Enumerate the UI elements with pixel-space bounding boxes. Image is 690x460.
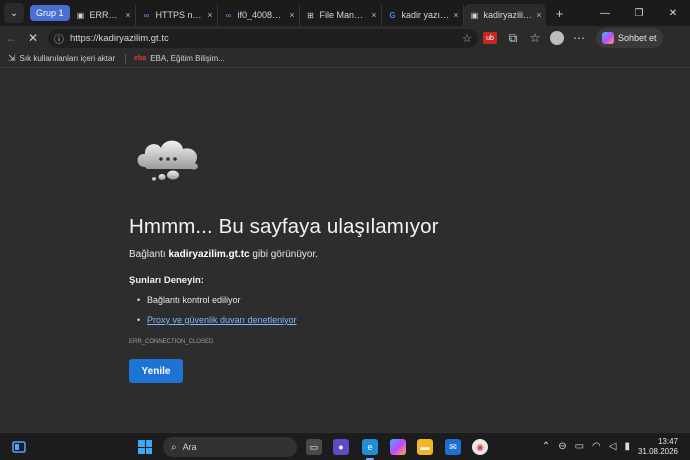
profile-avatar[interactable] xyxy=(550,31,564,45)
search-icon: ⌕ xyxy=(171,441,177,453)
edge-browser-icon[interactable]: e xyxy=(362,439,378,460)
clock-time: 13:47 xyxy=(657,437,678,446)
outlook-icon[interactable]: ✉ xyxy=(445,439,461,455)
copilot-label: Sohbet et xyxy=(618,33,657,43)
browser-window: ⌄ Grup 1 ▣ ERR_CONNECTI × ∞ HTTPS not wo… xyxy=(0,0,690,460)
close-window-button[interactable]: ✕ xyxy=(656,8,690,19)
system-tray: ⌃ ⊖ ▭ ◠ ◁ ▮ xyxy=(542,441,630,452)
stop-loading-button[interactable]: ✕ xyxy=(22,27,44,49)
infinity-icon: ∞ xyxy=(225,10,232,20)
chrome-icon[interactable]: ◉ xyxy=(472,439,488,455)
bookmark-divider xyxy=(125,53,127,64)
tab-if0-account[interactable]: ∞ if0_40088825 × xyxy=(218,4,300,26)
extension-icon[interactable]: ub xyxy=(483,32,497,44)
error-title: Hmmm... Bu sayfaya ulaşılamıyor xyxy=(129,215,439,238)
search-placeholder: Ara xyxy=(182,442,197,452)
google-icon: G xyxy=(389,10,396,20)
copilot-icon xyxy=(602,32,614,44)
close-icon[interactable]: × xyxy=(536,10,541,20)
close-icon[interactable]: × xyxy=(207,10,212,20)
error-code: ERR_CONNECTION_CLOSED xyxy=(129,339,214,345)
suggestions-list: Bağlantı kontrol ediliyor Proxy ve güven… xyxy=(137,294,297,334)
file-manager-icon: ⊞ xyxy=(307,10,314,20)
chevron-up-icon[interactable]: ⌃ xyxy=(542,441,550,452)
windows-logo-tile xyxy=(145,447,152,454)
error-host: kadiryazilim.gt.tc xyxy=(168,249,250,260)
restore-button[interactable]: ❐ xyxy=(622,8,656,19)
error-page: Hmmm... Bu sayfaya ulaşılamıyor Bağlantı… xyxy=(0,68,690,432)
sad-cloud-icon xyxy=(137,140,198,181)
windows-logo-tile xyxy=(145,440,152,447)
suggestion-check-connection: Bağlantı kontrol ediliyor xyxy=(137,294,297,314)
tab-err-connection[interactable]: ▣ ERR_CONNECTI × xyxy=(70,4,136,26)
page-icon: ▣ xyxy=(76,10,85,20)
close-icon[interactable]: × xyxy=(371,10,376,20)
file-explorer-icon[interactable]: ▬ xyxy=(417,439,433,455)
back-button[interactable]: ← xyxy=(0,27,22,49)
suggestions-heading: Şunları Deneyin: xyxy=(129,275,204,286)
page-icon: ▣ xyxy=(470,10,479,20)
taskbar-search[interactable]: ⌕ Ara xyxy=(163,437,297,457)
window-controls: — ❐ ✕ xyxy=(588,0,690,26)
error-description: Bağlantı kadiryazilim.gt.tc gibi görünüy… xyxy=(129,249,318,260)
new-tab-button[interactable]: + xyxy=(550,6,570,21)
tab-title: HTTPS not wo xyxy=(155,10,204,20)
eba-icon: eba xyxy=(134,55,147,62)
tab-file-manager[interactable]: ⊞ File Manager × xyxy=(300,4,382,26)
minimize-button[interactable]: — xyxy=(588,8,622,19)
copilot-app-icon[interactable] xyxy=(390,439,406,455)
bookmark-label: EBA, Eğitim Bilişim... xyxy=(150,54,225,63)
chat-app-icon[interactable]: ● xyxy=(333,439,349,455)
tab-title: File Manager xyxy=(319,10,368,20)
task-view-icon[interactable]: ▭ xyxy=(306,439,322,455)
description-suffix: gibi görünüyor. xyxy=(249,249,319,260)
extensions-puzzle-icon[interactable]: ⧉ xyxy=(502,27,524,49)
widgets-icon[interactable] xyxy=(12,440,26,454)
bookmark-label: Sık kullanılanları içeri aktar xyxy=(19,54,116,63)
bookmark-eba[interactable]: eba EBA, Eğitim Bilişim... xyxy=(134,54,225,63)
chevron-down-icon: ⌄ xyxy=(9,7,19,19)
favorite-star-icon[interactable]: ☆ xyxy=(462,32,472,45)
import-icon: ⇲ xyxy=(8,53,16,63)
infinity-icon: ∞ xyxy=(143,10,150,20)
start-button[interactable] xyxy=(138,440,152,454)
window-icon[interactable]: ▭ xyxy=(575,441,584,452)
clock-date: 31.08.2026 xyxy=(637,447,678,456)
more-menu-icon[interactable]: ⋯ xyxy=(568,27,590,49)
tab-actions-menu[interactable]: ⌄ xyxy=(4,3,24,23)
tab-kadiryazilim[interactable]: ▣ kadiryazilim.gt × xyxy=(463,4,546,26)
copilot-chat-button[interactable]: Sohbet et xyxy=(596,28,663,48)
wifi-icon[interactable]: ◠ xyxy=(592,441,601,452)
bookmark-import-favorites[interactable]: ⇲ Sık kullanılanları içeri aktar xyxy=(8,53,115,64)
volume-icon[interactable]: ◁ xyxy=(609,441,617,452)
favorites-icon[interactable]: ☆ xyxy=(524,27,546,49)
tab-https-not-working[interactable]: ∞ HTTPS not wo × xyxy=(136,4,218,26)
suggestion-check-proxy-firewall-link[interactable]: Proxy ve güvenlik duvarı denetleniyor xyxy=(137,314,297,334)
tab-title: kadiryazilim.gt xyxy=(483,10,533,20)
taskbar-clock[interactable]: 13:47 31.08.2026 xyxy=(638,437,678,457)
tab-google-search[interactable]: G kadir yazılım × xyxy=(382,4,464,26)
bookmarks-bar: ⇲ Sık kullanılanları içeri aktar eba EBA… xyxy=(0,50,690,68)
battery-icon[interactable]: ▮ xyxy=(624,441,630,452)
close-icon[interactable]: × xyxy=(289,10,294,20)
windows-taskbar: ⌕ Ara ▭ ● e ▬ ✉ ◉ ⌃ ⊖ ▭ ◠ ◁ ▮ 13:47 31.0… xyxy=(0,432,690,460)
close-icon[interactable]: × xyxy=(453,10,458,20)
reload-button[interactable]: Yenile xyxy=(129,359,183,383)
tab-title: if0_40088825 xyxy=(237,10,286,20)
tab-strip: ⌄ Grup 1 ▣ ERR_CONNECTI × ∞ HTTPS not wo… xyxy=(0,0,690,26)
close-icon[interactable]: × xyxy=(125,10,130,20)
windows-logo-tile xyxy=(138,447,145,454)
windows-logo-tile xyxy=(138,440,145,447)
tab-title: ERR_CONNECTI xyxy=(89,10,122,20)
description-prefix: Bağlantı xyxy=(129,249,169,260)
url-text[interactable]: https://kadiryazilim.gt.tc xyxy=(70,33,462,44)
sync-icon[interactable]: ⊖ xyxy=(558,441,566,452)
site-info-icon[interactable]: ⓘ xyxy=(54,31,64,46)
tab-title: kadir yazılım xyxy=(401,10,450,20)
tab-group-chip[interactable]: Grup 1 xyxy=(30,5,70,21)
navigation-toolbar: ← ✕ ⓘ https://kadiryazilim.gt.tc ☆ ub ⧉ … xyxy=(0,26,690,50)
address-bar[interactable]: ⓘ https://kadiryazilim.gt.tc ☆ xyxy=(48,28,478,48)
